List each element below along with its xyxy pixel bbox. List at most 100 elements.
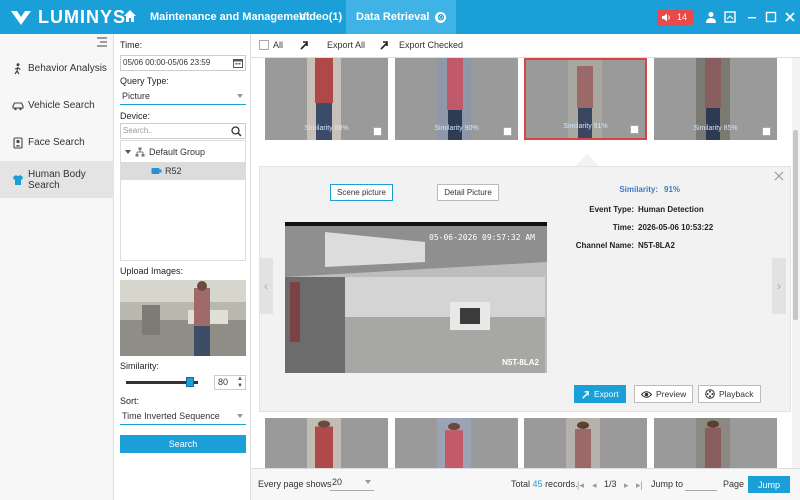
tab-data-retrieval-label: Data Retrieval <box>356 11 430 23</box>
search-button[interactable]: Search <box>120 435 246 453</box>
stepper-down-icon[interactable]: ▼ <box>237 383 243 389</box>
thumbnail-checkbox[interactable] <box>373 127 382 136</box>
total-suffix: records. <box>545 479 578 489</box>
total-records: Total 45 records. <box>511 479 578 489</box>
page-indicator: 1/3 <box>604 479 617 489</box>
time-range-input[interactable]: 05/06 00:00-05/06 23:59 <box>120 55 246 71</box>
tab-data-retrieval[interactable]: Data Retrieval ⊗ <box>346 0 457 34</box>
similarity-stepper[interactable]: 80 ▲ ▼ <box>214 375 246 390</box>
video-channel-overlay: N5T-8LA2 <box>502 358 539 367</box>
calendar-icon[interactable] <box>233 58 243 68</box>
select-all-checkbox[interactable]: All <box>259 40 283 50</box>
result-thumbnail[interactable]: Similarity 85% <box>654 58 777 140</box>
person-image <box>566 418 600 468</box>
query-type-select[interactable]: Picture <box>120 89 246 105</box>
similarity-label: Similarity 90% <box>434 125 479 132</box>
export-label: Export <box>594 389 619 399</box>
sort-select[interactable]: Time Inverted Sequence <box>120 409 246 425</box>
tree-device-row[interactable]: R52 <box>121 162 245 180</box>
info-event-type-value: Human Detection <box>638 205 704 214</box>
result-thumbnail[interactable] <box>654 418 777 468</box>
per-page-value: 20 <box>332 477 343 487</box>
next-page-button[interactable]: ▸ <box>624 480 634 490</box>
thumbnail-checkbox[interactable] <box>503 127 512 136</box>
result-thumbnail[interactable] <box>395 418 518 468</box>
left-nav: Behavior Analysis Vehicle Search Face Se… <box>0 34 114 500</box>
nav-item-human-body-search[interactable]: Human Body Search <box>0 161 114 198</box>
similarity-label: Similarity 88% <box>304 125 349 132</box>
scene-picture-button[interactable]: Scene picture <box>330 184 393 201</box>
thumbnail-checkbox[interactable] <box>630 125 639 134</box>
preview-label: Preview <box>656 389 687 399</box>
export-all-button[interactable]: Export All <box>299 40 365 50</box>
result-thumbnail[interactable] <box>524 418 647 468</box>
similarity-slider-handle[interactable] <box>186 377 194 387</box>
next-arrow-button[interactable]: › <box>772 258 786 314</box>
luminys-logo-icon <box>11 10 31 25</box>
close-icon[interactable] <box>784 11 796 23</box>
thumbnail-checkbox[interactable] <box>762 127 771 136</box>
info-similarity-value: 91% <box>664 185 681 194</box>
eye-icon <box>641 390 652 398</box>
nav-item-label: Face Search <box>28 137 85 148</box>
device-label: Device: <box>120 111 151 121</box>
maximize-icon[interactable] <box>765 11 777 23</box>
similarity-value: 80 <box>218 377 229 387</box>
person-image <box>307 418 341 468</box>
tab-video[interactable]: Video(1) <box>299 0 342 34</box>
checkbox[interactable] <box>259 40 269 50</box>
search-icon[interactable] <box>231 126 242 137</box>
previous-arrow-button[interactable]: ‹ <box>259 258 273 314</box>
per-page-select[interactable]: 20 <box>330 475 374 491</box>
detail-picture-button[interactable]: Detail Picture <box>437 184 499 201</box>
logo: LUMINYS <box>10 7 126 28</box>
result-thumbnail[interactable]: Similarity 90% <box>395 58 518 140</box>
tree-group-label: Default Group <box>149 147 206 157</box>
home-icon[interactable] <box>122 8 138 24</box>
tree-expand-icon[interactable] <box>125 150 131 154</box>
nav-item-label: Vehicle Search <box>28 100 95 111</box>
minimize-icon[interactable] <box>746 11 758 23</box>
filter-panel: Time: 05/06 00:00-05/06 23:59 Query Type… <box>114 34 251 500</box>
scene-picture <box>285 222 547 373</box>
settings-icon[interactable] <box>724 11 736 23</box>
nav-item-behavior-analysis[interactable]: Behavior Analysis <box>0 50 114 87</box>
tab-maintenance[interactable]: Maintenance and Management <box>150 0 310 34</box>
video-timestamp-overlay: 05-06-2026 09:57:32 AM <box>429 233 535 242</box>
stepper-up-icon[interactable]: ▲ <box>237 376 243 382</box>
uploaded-image[interactable] <box>120 280 246 356</box>
tree-device-label: R52 <box>165 166 182 176</box>
export-checked-button[interactable]: Export Checked <box>379 40 463 50</box>
export-button[interactable]: Export <box>574 385 626 403</box>
time-range-value: 05/06 00:00-05/06 23:59 <box>123 58 211 67</box>
group-tree-icon <box>135 147 145 157</box>
export-arrow-icon <box>582 390 589 399</box>
info-channel-label: Channel Name: <box>575 241 634 250</box>
query-type-value: Picture <box>122 91 151 101</box>
result-thumbnail-selected[interactable]: Similarity 91% <box>524 58 647 140</box>
user-icon[interactable] <box>705 11 717 23</box>
close-detail-icon[interactable] <box>774 171 784 181</box>
nav-item-vehicle-search[interactable]: Vehicle Search <box>0 87 114 124</box>
tab-close-icon[interactable]: ⊗ <box>435 11 447 23</box>
brand-name: LUMINYS <box>38 7 126 27</box>
last-page-button[interactable]: ▸| <box>636 480 646 490</box>
walking-person-icon <box>14 62 21 74</box>
preview-button[interactable]: Preview <box>634 385 694 403</box>
tree-group-row[interactable]: Default Group <box>125 143 205 161</box>
playback-button[interactable]: Playback <box>698 385 761 403</box>
alarm-badge[interactable]: 14 <box>657 10 693 25</box>
jump-button[interactable]: Jump <box>748 476 790 493</box>
jump-page-input[interactable] <box>685 477 717 491</box>
first-page-button[interactable]: |◂ <box>577 480 587 490</box>
scrollbar-thumb[interactable] <box>793 130 798 320</box>
device-search-input[interactable]: Search.. <box>120 123 246 139</box>
result-thumbnail[interactable] <box>265 418 388 468</box>
previous-page-button[interactable]: ◂ <box>592 480 602 490</box>
sort-label: Sort: <box>120 396 140 406</box>
collapse-menu-icon[interactable] <box>96 37 108 47</box>
nav-item-face-search[interactable]: Face Search <box>0 124 114 161</box>
face-icon <box>13 136 23 149</box>
person-image <box>437 418 471 468</box>
result-thumbnail[interactable]: Similarity 88% <box>265 58 388 140</box>
